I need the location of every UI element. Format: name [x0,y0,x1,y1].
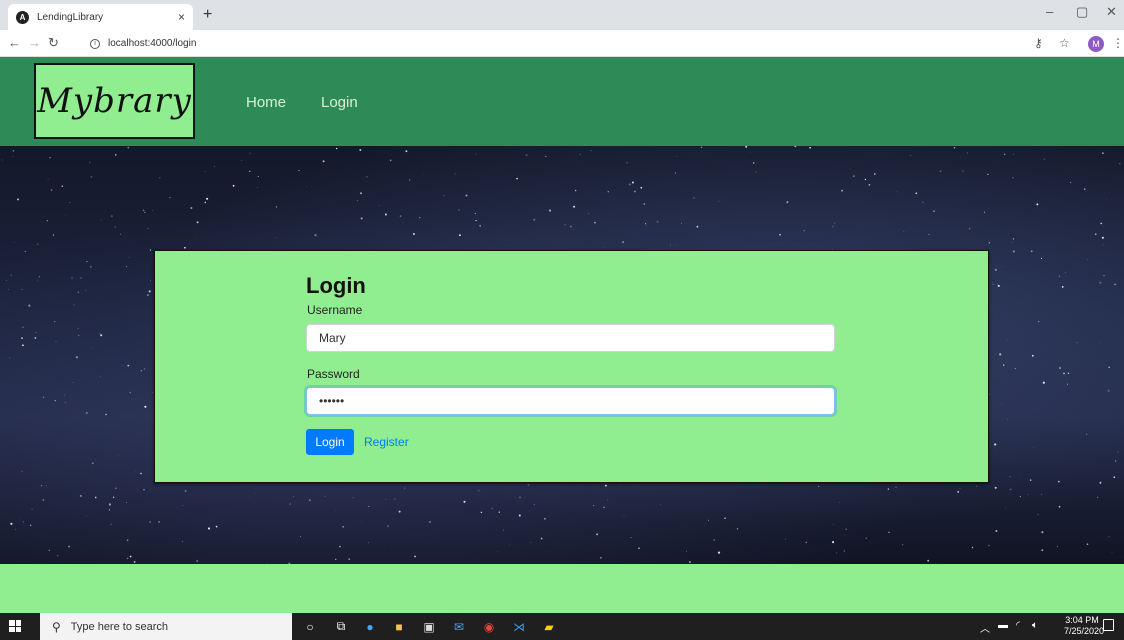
search-icon: ⚲ [52,619,61,634]
logo[interactable]: Mybrary [34,63,195,139]
key-icon[interactable]: ⚷ [1034,36,1043,50]
password-input[interactable] [306,387,835,415]
url-text: localhost:4000/login [108,38,197,49]
chrome-icon[interactable]: ◉ [481,619,497,634]
clock-date: 7/25/2020 [1064,626,1105,636]
store-icon[interactable]: ▣ [421,619,437,634]
star-icon[interactable]: ☆ [1059,36,1070,50]
username-input[interactable] [306,324,835,352]
browser-tab[interactable]: A LendingLibrary × [8,4,193,30]
clock[interactable]: 3:04 PM 7/25/2020 [1064,615,1105,637]
file-explorer-icon[interactable]: ■ [391,619,407,634]
windows-start-icon[interactable] [9,620,21,632]
address-bar[interactable]: i localhost:4000/login [90,34,990,53]
username-label: Username [307,303,363,317]
nav-link-login[interactable]: Login [321,94,358,111]
cortana-icon[interactable]: ○ [302,619,318,634]
info-icon[interactable]: i [90,38,100,49]
new-tab-button[interactable]: + [203,6,212,24]
logo-text: Mybrary [37,81,192,121]
tray-chevron-icon[interactable]: ︿ [980,620,990,635]
reload-icon[interactable]: ↻ [48,35,59,51]
back-icon[interactable]: ← [8,35,21,50]
volume-icon[interactable]: 🔈︎ [1032,620,1038,631]
profile-avatar[interactable]: M [1088,36,1104,52]
register-link[interactable]: Register [364,435,409,449]
taskbar-search-placeholder: Type here to search [70,620,169,633]
close-window-icon[interactable]: ✕ [1106,4,1117,20]
minimize-icon[interactable]: – [1046,4,1053,19]
edge-icon[interactable]: ● [362,619,378,634]
password-label: Password [307,367,360,381]
tab-close-icon[interactable]: × [178,10,185,24]
address-bar-row: ← → ↻ i localhost:4000/login ⚷ ☆ M ⋮ [0,30,1124,57]
starfield-background: Login Username Password Login Register [0,146,1124,564]
taskbar: ⚲ Type here to search ○ ⧉ ● ■ ▣ ✉ ◉ ⋊ ▰ … [0,613,1124,640]
login-button[interactable]: Login [306,429,354,455]
angular-icon: A [16,10,29,24]
nav-link-home[interactable]: Home [246,94,286,111]
sticky-notes-icon[interactable]: ▰ [541,619,557,634]
mail-icon[interactable]: ✉ [451,619,467,634]
vscode-icon[interactable]: ⋊ [511,619,527,634]
task-view-icon[interactable]: ⧉ [333,619,349,634]
forward-icon[interactable]: → [28,35,41,50]
taskbar-search[interactable]: ⚲ Type here to search [40,613,292,640]
tab-title: LendingLibrary [37,11,104,23]
wifi-icon[interactable]: ◜ [1016,620,1020,631]
navbar: Mybrary Home Login [0,57,1124,146]
battery-icon[interactable]: ▬ [998,620,1008,631]
login-heading: Login [306,273,366,298]
footer [0,564,1124,613]
clock-time: 3:04 PM [1065,615,1099,625]
browser-tab-strip: A LendingLibrary × + – ▢ ✕ [0,0,1124,30]
web-page: Mybrary Home Login Login Username Passwo… [0,57,1124,613]
login-card: Login Username Password Login Register [154,250,989,483]
notification-icon[interactable] [1103,619,1114,631]
menu-icon[interactable]: ⋮ [1112,36,1124,50]
maximize-icon[interactable]: ▢ [1076,4,1088,20]
